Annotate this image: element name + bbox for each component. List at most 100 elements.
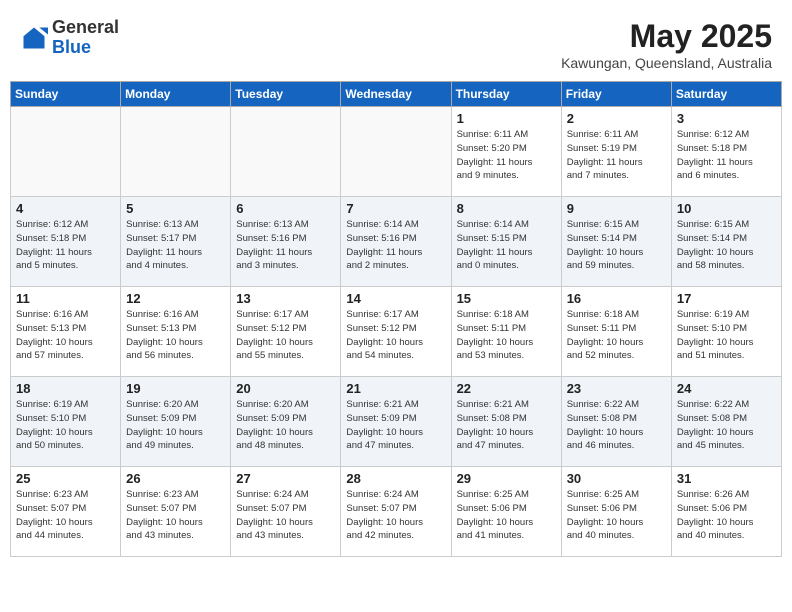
calendar-week-row: 1 Sunrise: 6:11 AM Sunset: 5:20 PM Daylig… bbox=[11, 107, 782, 197]
calendar-cell: 24 Sunrise: 6:22 AM Sunset: 5:08 PM Dayli… bbox=[671, 377, 781, 467]
day-info: Sunrise: 6:13 AM Sunset: 5:16 PM Dayligh… bbox=[236, 218, 335, 273]
calendar-cell: 8Sunrise: 6:14 AM Sunset: 5:15 PM Daylig… bbox=[451, 197, 561, 287]
day-info: Sunrise: 6:17 AM Sunset: 5:12 PM Dayligh… bbox=[236, 308, 335, 363]
day-info: Sunrise: 6:13 AM Sunset: 5:17 PM Dayligh… bbox=[126, 218, 225, 273]
day-info: Sunrise: 6:25 AM Sunset: 5:06 PM Dayligh… bbox=[457, 488, 556, 543]
calendar-cell: 3 Sunrise: 6:12 AM Sunset: 5:18 PM Daylig… bbox=[671, 107, 781, 197]
calendar-week-row: 25 Sunrise: 6:23 AM Sunset: 5:07 PM Dayli… bbox=[11, 467, 782, 557]
calendar-cell: 25 Sunrise: 6:23 AM Sunset: 5:07 PM Dayli… bbox=[11, 467, 121, 557]
title-block: May 2025 Kawungan, Queensland, Australia bbox=[561, 18, 772, 71]
day-info: Sunrise: 6:15 AM Sunset: 5:14 PM Dayligh… bbox=[567, 218, 666, 273]
day-number: 29 bbox=[457, 471, 556, 486]
day-number: 2 bbox=[567, 111, 666, 126]
day-number: 1 bbox=[457, 111, 556, 126]
calendar-cell bbox=[121, 107, 231, 197]
day-number: 21 bbox=[346, 381, 445, 396]
day-number: 11 bbox=[16, 291, 115, 306]
day-info: Sunrise: 6:18 AM Sunset: 5:11 PM Dayligh… bbox=[567, 308, 666, 363]
calendar-table: SundayMondayTuesdayWednesdayThursdayFrid… bbox=[10, 81, 782, 557]
calendar-cell: 27 Sunrise: 6:24 AM Sunset: 5:07 PM Dayli… bbox=[231, 467, 341, 557]
day-number: 3 bbox=[677, 111, 776, 126]
day-info: Sunrise: 6:15 AM Sunset: 5:14 PM Dayligh… bbox=[677, 218, 776, 273]
day-info: Sunrise: 6:21 AM Sunset: 5:08 PM Dayligh… bbox=[457, 398, 556, 453]
calendar-cell: 4 Sunrise: 6:12 AM Sunset: 5:18 PM Daylig… bbox=[11, 197, 121, 287]
calendar-cell: 20Sunrise: 6:20 AM Sunset: 5:09 PM Dayli… bbox=[231, 377, 341, 467]
day-number: 28 bbox=[346, 471, 445, 486]
day-number: 25 bbox=[16, 471, 115, 486]
calendar-cell: 18Sunrise: 6:19 AM Sunset: 5:10 PM Dayli… bbox=[11, 377, 121, 467]
day-number: 24 bbox=[677, 381, 776, 396]
day-info: Sunrise: 6:11 AM Sunset: 5:20 PM Dayligh… bbox=[457, 128, 556, 183]
calendar-cell: 19 Sunrise: 6:20 AM Sunset: 5:09 PM Dayli… bbox=[121, 377, 231, 467]
day-number: 9 bbox=[567, 201, 666, 216]
day-info: Sunrise: 6:12 AM Sunset: 5:18 PM Dayligh… bbox=[677, 128, 776, 183]
day-number: 6 bbox=[236, 201, 335, 216]
day-info: Sunrise: 6:16 AM Sunset: 5:13 PM Dayligh… bbox=[16, 308, 115, 363]
calendar-cell bbox=[341, 107, 451, 197]
calendar-cell: 14 Sunrise: 6:17 AM Sunset: 5:12 PM Dayli… bbox=[341, 287, 451, 377]
day-header-sunday: Sunday bbox=[11, 82, 121, 107]
day-number: 17 bbox=[677, 291, 776, 306]
calendar-cell: 15 Sunrise: 6:18 AM Sunset: 5:11 PM Dayli… bbox=[451, 287, 561, 377]
calendar-cell bbox=[231, 107, 341, 197]
day-info: Sunrise: 6:16 AM Sunset: 5:13 PM Dayligh… bbox=[126, 308, 225, 363]
calendar-cell: 16 Sunrise: 6:18 AM Sunset: 5:11 PM Dayli… bbox=[561, 287, 671, 377]
day-number: 23 bbox=[567, 381, 666, 396]
day-number: 30 bbox=[567, 471, 666, 486]
logo-blue-text: Blue bbox=[52, 37, 91, 57]
calendar-cell: 1 Sunrise: 6:11 AM Sunset: 5:20 PM Daylig… bbox=[451, 107, 561, 197]
calendar-cell: 13 Sunrise: 6:17 AM Sunset: 5:12 PM Dayli… bbox=[231, 287, 341, 377]
calendar-cell: 30Sunrise: 6:25 AM Sunset: 5:06 PM Dayli… bbox=[561, 467, 671, 557]
day-info: Sunrise: 6:22 AM Sunset: 5:08 PM Dayligh… bbox=[567, 398, 666, 453]
day-info: Sunrise: 6:21 AM Sunset: 5:09 PM Dayligh… bbox=[346, 398, 445, 453]
logo: General Blue bbox=[20, 18, 119, 58]
day-header-thursday: Thursday bbox=[451, 82, 561, 107]
day-info: Sunrise: 6:14 AM Sunset: 5:16 PM Dayligh… bbox=[346, 218, 445, 273]
calendar-cell bbox=[11, 107, 121, 197]
calendar-cell: 22 Sunrise: 6:21 AM Sunset: 5:08 PM Dayli… bbox=[451, 377, 561, 467]
day-number: 16 bbox=[567, 291, 666, 306]
day-number: 15 bbox=[457, 291, 556, 306]
calendar-cell: 9 Sunrise: 6:15 AM Sunset: 5:14 PM Daylig… bbox=[561, 197, 671, 287]
calendar-cell: 10Sunrise: 6:15 AM Sunset: 5:14 PM Dayli… bbox=[671, 197, 781, 287]
calendar-cell: 2Sunrise: 6:11 AM Sunset: 5:19 PM Daylig… bbox=[561, 107, 671, 197]
calendar-cell: 11 Sunrise: 6:16 AM Sunset: 5:13 PM Dayli… bbox=[11, 287, 121, 377]
day-info: Sunrise: 6:17 AM Sunset: 5:12 PM Dayligh… bbox=[346, 308, 445, 363]
day-number: 19 bbox=[126, 381, 225, 396]
calendar-week-row: 18Sunrise: 6:19 AM Sunset: 5:10 PM Dayli… bbox=[11, 377, 782, 467]
day-info: Sunrise: 6:26 AM Sunset: 5:06 PM Dayligh… bbox=[677, 488, 776, 543]
day-number: 7 bbox=[346, 201, 445, 216]
calendar-cell: 29 Sunrise: 6:25 AM Sunset: 5:06 PM Dayli… bbox=[451, 467, 561, 557]
day-header-tuesday: Tuesday bbox=[231, 82, 341, 107]
day-number: 4 bbox=[16, 201, 115, 216]
day-header-monday: Monday bbox=[121, 82, 231, 107]
day-info: Sunrise: 6:23 AM Sunset: 5:07 PM Dayligh… bbox=[16, 488, 115, 543]
day-number: 13 bbox=[236, 291, 335, 306]
day-info: Sunrise: 6:19 AM Sunset: 5:10 PM Dayligh… bbox=[16, 398, 115, 453]
day-info: Sunrise: 6:22 AM Sunset: 5:08 PM Dayligh… bbox=[677, 398, 776, 453]
location: Kawungan, Queensland, Australia bbox=[561, 55, 772, 71]
calendar-header-row: SundayMondayTuesdayWednesdayThursdayFrid… bbox=[11, 82, 782, 107]
day-info: Sunrise: 6:18 AM Sunset: 5:11 PM Dayligh… bbox=[457, 308, 556, 363]
logo-general-text: General bbox=[52, 17, 119, 37]
day-info: Sunrise: 6:23 AM Sunset: 5:07 PM Dayligh… bbox=[126, 488, 225, 543]
day-number: 27 bbox=[236, 471, 335, 486]
calendar-cell: 17Sunrise: 6:19 AM Sunset: 5:10 PM Dayli… bbox=[671, 287, 781, 377]
day-header-wednesday: Wednesday bbox=[341, 82, 451, 107]
calendar-cell: 6 Sunrise: 6:13 AM Sunset: 5:16 PM Daylig… bbox=[231, 197, 341, 287]
day-info: Sunrise: 6:12 AM Sunset: 5:18 PM Dayligh… bbox=[16, 218, 115, 273]
day-number: 14 bbox=[346, 291, 445, 306]
logo-icon bbox=[20, 24, 48, 52]
month-year: May 2025 bbox=[561, 18, 772, 55]
day-number: 26 bbox=[126, 471, 225, 486]
calendar-cell: 12Sunrise: 6:16 AM Sunset: 5:13 PM Dayli… bbox=[121, 287, 231, 377]
calendar-cell: 28Sunrise: 6:24 AM Sunset: 5:07 PM Dayli… bbox=[341, 467, 451, 557]
calendar-cell: 5Sunrise: 6:13 AM Sunset: 5:17 PM Daylig… bbox=[121, 197, 231, 287]
calendar-cell: 31Sunrise: 6:26 AM Sunset: 5:06 PM Dayli… bbox=[671, 467, 781, 557]
day-number: 22 bbox=[457, 381, 556, 396]
day-info: Sunrise: 6:20 AM Sunset: 5:09 PM Dayligh… bbox=[126, 398, 225, 453]
calendar-week-row: 11 Sunrise: 6:16 AM Sunset: 5:13 PM Dayli… bbox=[11, 287, 782, 377]
calendar-week-row: 4 Sunrise: 6:12 AM Sunset: 5:18 PM Daylig… bbox=[11, 197, 782, 287]
day-info: Sunrise: 6:24 AM Sunset: 5:07 PM Dayligh… bbox=[236, 488, 335, 543]
page-header: General Blue May 2025 Kawungan, Queensla… bbox=[10, 10, 782, 75]
